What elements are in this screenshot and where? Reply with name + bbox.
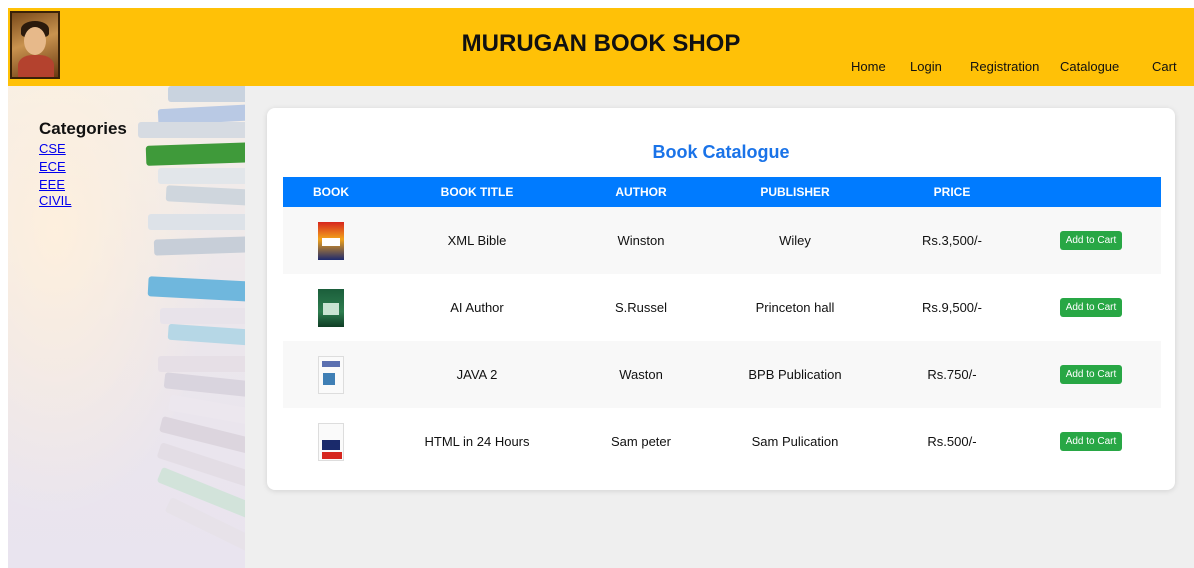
xml-bible-cover: [318, 221, 344, 260]
book-stack-decoration: [158, 356, 245, 372]
book-stack-decoration: [148, 214, 245, 230]
book-stack-decoration: [168, 86, 245, 102]
site-header: MURUGAN BOOK SHOP Home Login Registratio…: [8, 8, 1194, 86]
add-to-cart-button[interactable]: Add to Cart: [1059, 231, 1123, 250]
add-to-cart-button[interactable]: Add to Cart: [1059, 432, 1123, 451]
add-to-cart-button[interactable]: Add to Cart: [1059, 365, 1123, 384]
book-price: Rs.9,500/-: [922, 300, 982, 315]
page: MURUGAN BOOK SHOP Home Login Registratio…: [8, 8, 1194, 568]
book-stack-decoration: [163, 372, 245, 398]
book-title: JAVA 2: [456, 367, 498, 382]
catalogue-title: Book Catalogue: [652, 142, 790, 162]
site-title: MURUGAN BOOK SHOP: [461, 30, 741, 57]
category-link-cse[interactable]: CSE: [39, 141, 66, 156]
java-2-cover: [318, 355, 344, 394]
nav-login[interactable]: Login: [910, 59, 942, 75]
category-link-eee[interactable]: EEE: [39, 177, 65, 192]
categories-heading: Categories: [39, 119, 127, 138]
category-link-ece[interactable]: ECE: [39, 159, 66, 174]
column-header-publisher: PUBLISHER: [760, 185, 830, 199]
nav-registration[interactable]: Registration: [970, 59, 1039, 75]
column-header-title: BOOK TITLE: [440, 185, 514, 199]
book-stack-decoration: [160, 308, 245, 324]
table-row: JAVA 2 Waston BPB Publication Rs.750/- A…: [283, 341, 1161, 408]
category-link-civil[interactable]: CIVIL: [39, 193, 72, 208]
book-stack-decoration: [165, 185, 245, 206]
book-author: Sam peter: [611, 434, 671, 449]
column-header-author: AUTHOR: [615, 185, 667, 199]
book-publisher: Sam Pulication: [751, 434, 839, 449]
book-price: Rs.3,500/-: [922, 233, 982, 248]
book-stack-decoration: [145, 142, 245, 166]
catalogue-card: Book Catalogue BOOK BOOK TITLE AUTHOR PU…: [267, 108, 1175, 490]
book-title: XML Bible: [447, 233, 507, 248]
logo-body: [18, 55, 54, 77]
sidebar: Categories CSE ECE EEE CIVIL: [8, 86, 245, 568]
book-publisher: BPB Publication: [748, 367, 842, 382]
ai-author-cover: [318, 288, 344, 327]
book-stack-decoration: [147, 276, 245, 302]
book-publisher: Princeton hall: [755, 300, 835, 315]
book-author: Winston: [617, 233, 665, 248]
book-title: AI Author: [450, 300, 504, 315]
book-price: Rs.500/-: [927, 434, 977, 449]
book-title: HTML in 24 Hours: [424, 434, 530, 449]
nav-cart[interactable]: Cart: [1152, 59, 1177, 75]
book-author: Waston: [619, 367, 663, 382]
book-stack-decoration: [167, 323, 245, 346]
book-stack-decoration: [153, 236, 245, 256]
add-to-cart-button[interactable]: Add to Cart: [1059, 298, 1123, 317]
table-row: AI Author S.Russel Princeton hall Rs.9,5…: [283, 274, 1161, 341]
book-author: S.Russel: [614, 300, 668, 315]
table-row: XML Bible Winston Wiley Rs.3,500/- Add t…: [283, 207, 1161, 274]
html-24-hours-cover: [318, 422, 344, 461]
nav-catalogue[interactable]: Catalogue: [1060, 59, 1119, 75]
column-header-book: BOOK: [313, 185, 349, 199]
book-stack-decoration: [138, 122, 245, 138]
column-header-action: [1021, 177, 1161, 207]
column-header-price: PRICE: [933, 185, 971, 199]
catalogue-table: BOOK BOOK TITLE AUTHOR PUBLISHER PRICE X…: [283, 177, 1161, 475]
table-header-row: BOOK BOOK TITLE AUTHOR PUBLISHER PRICE: [283, 177, 1161, 207]
book-publisher: Wiley: [779, 233, 811, 248]
table-row: HTML in 24 Hours Sam peter Sam Pulicatio…: [283, 408, 1161, 475]
book-price: Rs.750/-: [927, 367, 977, 382]
nav-home[interactable]: Home: [851, 59, 886, 75]
book-stack-decoration: [158, 168, 245, 184]
